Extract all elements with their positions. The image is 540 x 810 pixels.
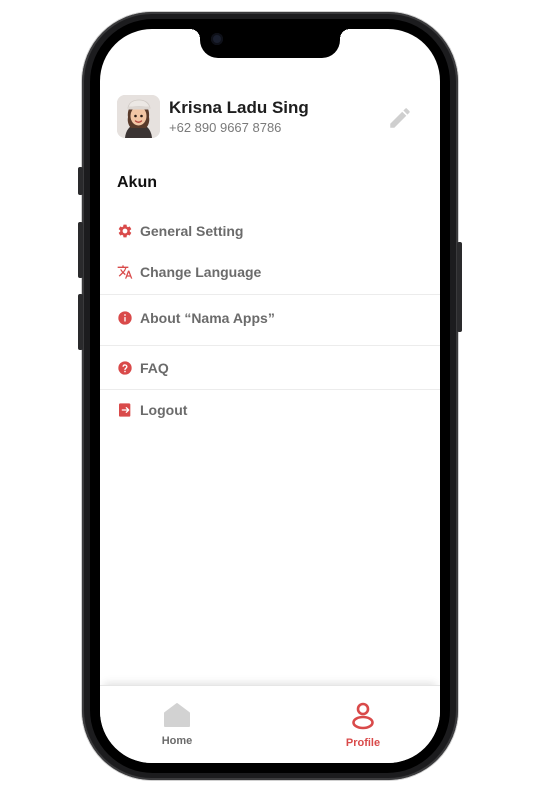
nav-item-profile[interactable]: Profile [323,702,403,749]
gear-icon [118,224,132,238]
menu-item-about[interactable]: About “Nama Apps” [117,306,417,330]
profile-phone: +62 890 9667 8786 [169,120,282,135]
menu-label-about: About “Nama Apps” [140,310,275,326]
menu-divider [100,389,440,390]
app-screen: Krisna Ladu Sing +62 890 9667 8786 Akun … [100,29,440,763]
mute-switch [78,167,83,195]
notch [190,29,350,58]
question-icon [118,361,132,375]
power-button [457,242,462,332]
person-icon [352,702,374,730]
front-camera [211,33,223,45]
profile-header: Krisna Ladu Sing +62 890 9667 8786 [117,95,423,139]
nav-label-home: Home [161,735,193,747]
menu-divider [100,345,440,346]
menu-divider [100,294,440,295]
avatar[interactable] [117,95,160,138]
volume-down-button [78,294,83,350]
menu-label-general-setting: General Setting [140,223,244,239]
menu-label-faq: FAQ [140,360,169,376]
menu-item-general-setting[interactable]: General Setting [117,219,417,243]
logout-icon [119,403,131,417]
menu-label-logout: Logout [140,402,188,418]
menu-item-faq[interactable]: FAQ [117,356,417,380]
bottom-navigation: Home Profile [100,685,440,763]
menu-label-change-language: Change Language [140,264,262,280]
nav-label-profile: Profile [345,737,381,749]
menu-item-change-language[interactable]: Change Language [117,260,417,284]
translate-icon [117,265,133,279]
home-icon [164,703,190,727]
pencil-icon [390,108,410,128]
volume-up-button [78,222,83,278]
profile-name: Krisna Ladu Sing [169,98,309,117]
section-title-akun: Akun [117,174,157,191]
memoji-avatar-icon [117,95,160,138]
nav-item-home[interactable]: Home [137,702,217,747]
edit-profile-button[interactable] [387,105,413,131]
menu-item-logout[interactable]: Logout [117,398,417,422]
info-icon [118,311,132,325]
